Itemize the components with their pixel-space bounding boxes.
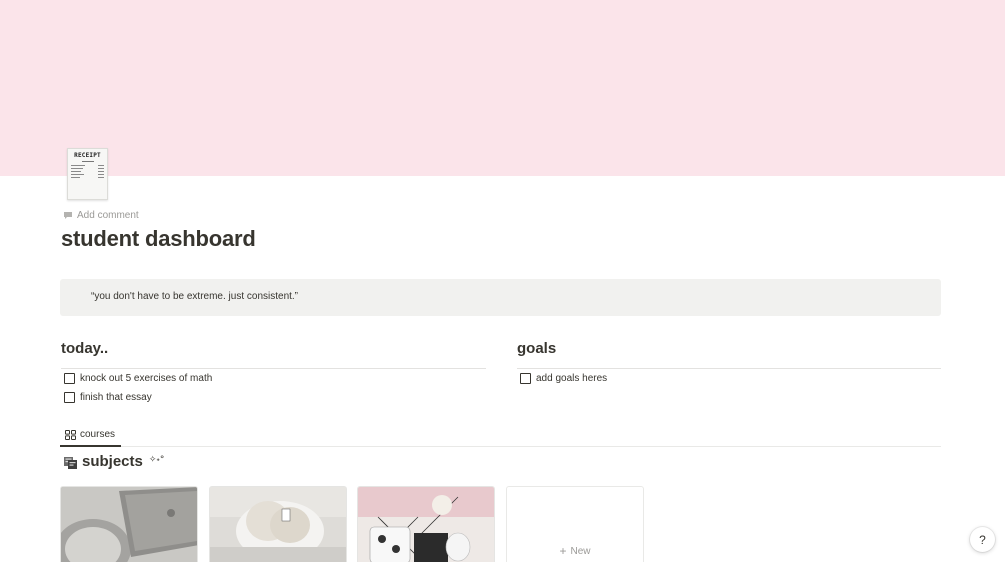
gallery-grid-icon <box>65 429 76 440</box>
receipt-line <box>71 171 104 172</box>
books-icon <box>64 456 77 469</box>
sparkle-decoration: ✧˖° <box>148 454 165 465</box>
gallery-card[interactable] <box>60 486 198 562</box>
receipt-line <box>71 165 104 166</box>
tab-courses[interactable]: courses <box>60 424 121 447</box>
todo-label[interactable]: knock out 5 exercises of math <box>80 373 212 384</box>
page-cover[interactable] <box>0 0 1005 176</box>
gallery-card[interactable] <box>357 486 495 562</box>
tab-courses-label: courses <box>80 429 116 440</box>
quote-callout: “you don't have to be extreme. just cons… <box>60 279 941 316</box>
todo-item: finish that essay <box>64 388 486 407</box>
quote-text: “you don't have to be extreme. just cons… <box>91 291 299 302</box>
database-view-tabs: courses <box>60 424 941 447</box>
laptop-cover-image <box>61 487 197 562</box>
add-comment-label: Add comment <box>77 209 139 221</box>
receipt-line <box>71 174 104 175</box>
today-heading: today.. <box>61 340 109 357</box>
new-card-label: + New <box>559 544 590 558</box>
today-column: today.. knock out 5 exercises of math fi… <box>61 340 486 407</box>
todo-item: knock out 5 exercises of math <box>64 369 486 388</box>
todo-checkbox[interactable] <box>64 373 75 384</box>
receipt-line <box>71 168 104 169</box>
receipt-divider <box>81 161 94 162</box>
plus-icon: + <box>559 544 567 558</box>
todo-item: add goals heres <box>520 369 941 388</box>
add-comment-button[interactable]: Add comment <box>63 208 139 222</box>
database-title-text: subjects <box>82 453 143 470</box>
todo-label[interactable]: add goals heres <box>536 373 607 384</box>
slippers-cover-image <box>210 487 346 562</box>
page-title: student dashboard <box>61 226 256 251</box>
todo-label[interactable]: finish that essay <box>80 392 152 403</box>
receipt-line <box>71 177 104 178</box>
receipt-icon-text: RECEIPT <box>74 152 101 159</box>
receipt-icon[interactable]: RECEIPT <box>67 148 108 200</box>
new-card-button[interactable]: + New <box>506 486 644 562</box>
desk-cover-image <box>358 487 494 562</box>
new-label-text: New <box>570 545 591 557</box>
comment-icon <box>64 211 72 219</box>
database-title[interactable]: subjects ✧˖° <box>63 453 164 470</box>
gallery-card[interactable] <box>209 486 347 562</box>
todo-checkbox[interactable] <box>520 373 531 384</box>
goals-heading: goals <box>517 340 557 357</box>
todo-checkbox[interactable] <box>64 392 75 403</box>
goals-column: goals add goals heres <box>517 340 941 388</box>
help-button[interactable]: ? <box>970 527 995 552</box>
